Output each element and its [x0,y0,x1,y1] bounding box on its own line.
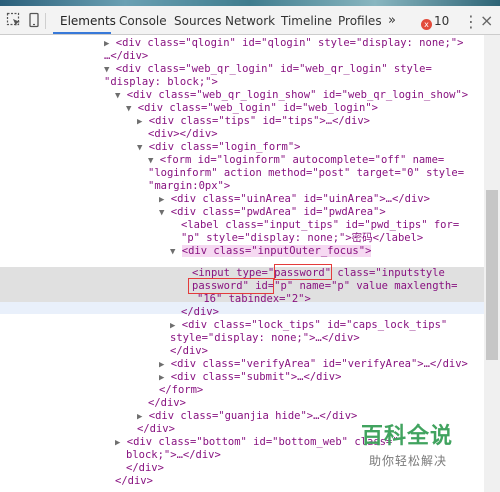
dom-node-web-login[interactable]: ▼ <div class="web_login" id="web_login"> [126,102,378,116]
collapse-triangle-icon[interactable]: ▼ [126,104,131,114]
dom-line-text: <div class="inputOuter_focus"> [181,245,372,257]
expand-triangle-icon[interactable]: ▶ [115,438,120,448]
annotation-box-type-password [274,264,332,280]
dom-line: </div> [148,397,186,409]
dom-line: style="display: none;">…</div> [170,332,360,344]
expand-triangle-icon[interactable]: ▶ [137,412,142,422]
dom-node-guanjia[interactable]: ▶ <div class="guanjia hide">…</div> [137,410,357,424]
dom-line: "margin:0px"> [148,180,231,192]
collapse-triangle-icon[interactable]: ▼ [170,247,175,257]
dom-line-text: <div class="tips" id="tips">…</div> [148,115,371,127]
dom-node-web-qr-login[interactable]: ▼ <div class="web_qr_login" id="web_qr_l… [104,63,432,77]
tab-sources[interactable]: Sources [174,14,221,28]
dom-line-text: <div class="web_login" id="web_login"> [137,102,378,114]
collapse-triangle-icon[interactable]: ▼ [148,156,153,166]
dom-node-uinarea[interactable]: ▶ <div class="uinArea" id="uinArea">…</d… [159,193,430,207]
expand-triangle-icon[interactable]: ▶ [104,39,109,49]
dom-line: "display: block;"> [104,76,218,88]
error-icon[interactable]: x [421,19,432,30]
dom-line-text: <div class="pwdArea" id="pwdArea"> [170,206,386,218]
watermark: 百科全说 助你轻松解决 [361,418,461,469]
tab-network[interactable]: Network [225,14,275,28]
dom-line[interactable]: <div></div> [148,128,218,141]
collapse-triangle-icon[interactable]: ▼ [137,143,142,153]
dom-node-verifyarea[interactable]: ▶ <div class="verifyArea" id="verifyArea… [159,358,468,372]
dom-line: "16" tabindex="2"> [197,293,311,305]
dom-line-text: <div class="verifyArea" id="verifyArea">… [170,358,468,370]
tab-profiles[interactable]: Profiles [338,14,382,28]
dom-node-web-qr-login-show[interactable]: ▼ <div class="web_qr_login_show" id="web… [115,89,468,103]
watermark-subtitle: 助你轻松解决 [369,454,448,468]
expand-triangle-icon[interactable]: ▶ [159,373,164,383]
collapse-triangle-icon[interactable]: ▼ [115,91,120,101]
dom-line-text: <div class="lock_tips" id="caps_lock_tip… [181,319,448,331]
dom-line: "p" style="display: none;">密码</label> [181,232,424,244]
dom-node-submit[interactable]: ▶ <div class="submit">…</div> [159,371,341,385]
dom-node-pwdarea[interactable]: ▼ <div class="pwdArea" id="pwdArea"> [159,206,386,220]
dom-line-text: <div class="web_qr_login_show" id="web_q… [126,89,469,101]
dom-line-text: <div class="web_qr_login" id="web_qr_log… [115,63,432,75]
dom-node-loginform[interactable]: ▼ <form id="loginform" autocomplete="off… [148,154,444,168]
annotation-box-class-password [188,278,274,294]
dom-node-login-form[interactable]: ▼ <div class="login_form"> [137,141,300,155]
dom-line[interactable]: </div> [181,306,219,319]
expand-triangle-icon[interactable]: ▶ [159,195,164,205]
toolbar-separator [45,13,46,29]
dom-node-inputouter-focus[interactable]: ▼ <div class="inputOuter_focus"> [170,245,372,259]
close-devtools-button[interactable]: × [480,11,493,30]
customize-menu-button[interactable]: ⋮ [463,12,479,31]
watermark-title: 百科全说 [361,424,454,449]
tab-elements[interactable]: Elements [60,14,116,28]
collapse-triangle-icon[interactable]: ▼ [104,65,109,75]
tab-timeline[interactable]: Timeline [281,14,332,28]
tab-console[interactable]: Console [119,14,167,28]
dom-line: …</div> [104,50,149,62]
dom-line-text: <div class="uinArea" id="uinArea">…</div… [170,193,430,205]
expand-triangle-icon[interactable]: ▶ [159,360,164,370]
devtools-toolbar: Elements Console Sources Network Timelin… [0,6,500,35]
active-tab-indicator [53,32,111,34]
dom-line-text: <div class="guanjia hide">…</div> [148,410,358,422]
dom-line: "loginform" action method="post" target=… [148,167,465,179]
dom-node-qlogin[interactable]: ▶ <div class="qlogin" id="qlogin" style=… [104,37,463,51]
dom-line: </div> [126,462,164,474]
dom-line: </div> [137,423,175,435]
dom-line: </div> [170,345,208,357]
dom-node-caps-lock-tips[interactable]: ▶ <div class="lock_tips" id="caps_lock_t… [170,319,447,333]
device-mode-icon[interactable] [26,12,42,28]
collapse-triangle-icon[interactable]: ▼ [159,208,164,218]
dom-node-pwd-tips[interactable]: <label class="input_tips" id="pwd_tips" … [181,219,459,232]
inspect-element-icon[interactable] [6,12,22,28]
dom-line: </div> [115,475,153,487]
expand-triangle-icon[interactable]: ▶ [170,321,175,331]
dom-line-text: <div class="bottom" id="bottom_web" clas… [126,436,399,448]
dom-node-bottom[interactable]: ▶ <div class="bottom" id="bottom_web" cl… [115,436,399,450]
dom-line-text: <div class="login_form"> [148,141,301,153]
error-count[interactable]: 10 [434,14,449,28]
more-tabs-button[interactable]: » [388,13,396,28]
dom-line-text: <div class="submit">…</div> [170,371,342,383]
dom-node-tips[interactable]: ▶ <div class="tips" id="tips">…</div> [137,115,370,129]
expand-triangle-icon[interactable]: ▶ [137,117,142,127]
dom-line-text: <form id="loginform" autocomplete="off" … [159,154,445,166]
dom-line: block;">…</div> [126,449,221,461]
dom-line-text: <div class="qlogin" id="qlogin" style="d… [115,37,464,49]
scrollbar-thumb[interactable] [486,190,498,360]
dom-line: </form> [159,384,204,396]
